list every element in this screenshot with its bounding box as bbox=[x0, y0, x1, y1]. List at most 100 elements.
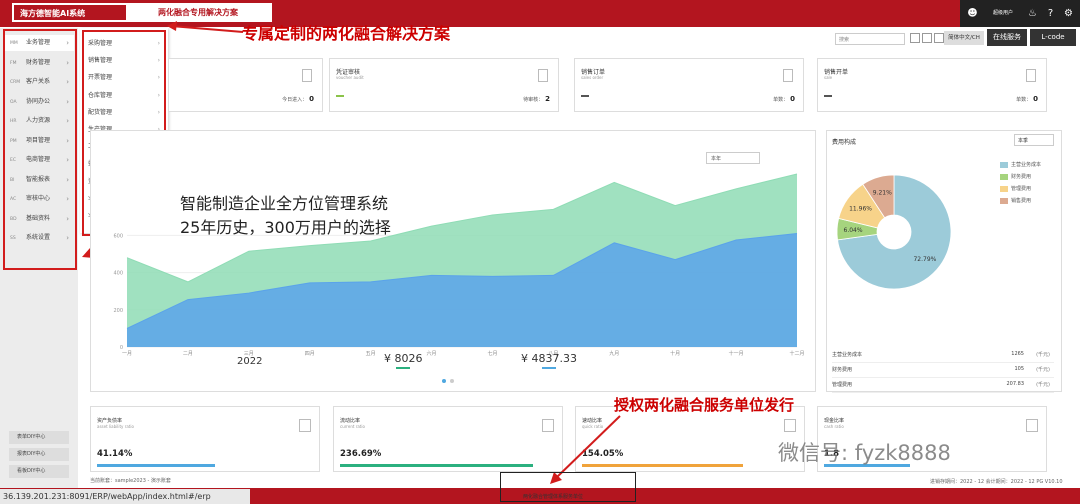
doc-icon bbox=[1026, 69, 1036, 82]
bell-icon[interactable]: ♨ bbox=[1026, 7, 1039, 20]
legend-swatch bbox=[1000, 185, 1008, 192]
watermark: 微信号: fyzk8888 bbox=[778, 441, 951, 465]
kpi-card[interactable]: 凭证审核 voucher audit 待审核： 2 bbox=[329, 58, 559, 112]
chart-panel: 0 200 400 600 一月 二月 三月 四月 五月 六月 七月 八月 九月 十月 十一月 十二月 bbox=[90, 130, 816, 392]
donut-slice-label: 11.96% bbox=[849, 205, 872, 212]
callout-mid-1: 智能制造企业全方位管理系统 bbox=[180, 194, 389, 213]
kpi-card-login[interactable]: 今日进入： 0 bbox=[168, 58, 323, 112]
expense-row: 管理费用 207.83 (千元) bbox=[832, 381, 1054, 393]
kpi-indicator bbox=[824, 95, 832, 97]
doc-icon bbox=[538, 69, 548, 82]
legend-label: 财务费用 bbox=[1011, 174, 1032, 180]
sidebar-highlight bbox=[3, 29, 77, 270]
ratio-title: 现金比率 bbox=[824, 418, 845, 424]
x-tick-label: 十月 bbox=[670, 350, 680, 357]
language-button[interactable]: 简体中文/CH bbox=[944, 31, 984, 45]
expense-value: 105 bbox=[1014, 366, 1024, 372]
callout-top: 专属定制的两化融合解决方案 bbox=[242, 24, 451, 43]
ratio-subtitle: asset liability ratio bbox=[97, 424, 134, 429]
expense-row: 主营业务成本 1265 (千元) bbox=[832, 351, 1054, 363]
kpi-login-value: 今日进入： 0 bbox=[282, 95, 314, 103]
kpi-indicator bbox=[581, 95, 589, 97]
url-text: 36.139.201.231:8091/ERP/webApp/index.htm… bbox=[0, 489, 250, 504]
x-tick-label: 四月 bbox=[305, 351, 315, 357]
ratio-subtitle: current ratio bbox=[340, 424, 365, 429]
legend-label: 主营业务成本 bbox=[1011, 162, 1042, 168]
x-tick-label: 二月 bbox=[183, 351, 193, 357]
legend-swatch bbox=[1000, 173, 1008, 180]
expense-row: 财务费用 105 (千元) bbox=[832, 366, 1054, 378]
carousel-dot-active[interactable] bbox=[442, 379, 446, 383]
layout-icon[interactable] bbox=[934, 33, 944, 43]
y-tick-label: 400 bbox=[113, 271, 123, 277]
amount-1-underline bbox=[396, 367, 410, 369]
online-service-button[interactable]: 在线服务 bbox=[987, 29, 1027, 46]
ratio-subtitle: cash ratio bbox=[824, 424, 844, 429]
ratio-value: 41.14% bbox=[97, 449, 133, 459]
x-tick-label: 一月 bbox=[122, 351, 132, 357]
callout-arrow-top bbox=[167, 21, 244, 33]
top-bar-tools: ☻ 超级用户 ♨ ? ⚙ bbox=[960, 0, 1080, 27]
kpi-card[interactable]: 销售开单 sale 单数： 0 bbox=[817, 58, 1047, 112]
expand-icon[interactable] bbox=[910, 33, 920, 43]
chart-doc-icon bbox=[299, 419, 311, 432]
kpi-subtitle: sale bbox=[824, 75, 833, 80]
legend-label: 管理费用 bbox=[1011, 186, 1032, 192]
kpi-subtitle: voucher audit bbox=[336, 75, 364, 80]
user-icon[interactable]: ☻ bbox=[966, 7, 979, 20]
donut-slice-label: 72.79% bbox=[913, 256, 936, 263]
ratio-card[interactable]: 流动比率 current ratio 236.69% bbox=[333, 406, 563, 472]
chart-year: 2022 bbox=[237, 356, 263, 367]
note-icon bbox=[302, 69, 312, 82]
legend-entry[interactable]: 销售费用 bbox=[1000, 197, 1031, 204]
gear-icon[interactable]: ⚙ bbox=[1062, 7, 1075, 20]
legend-entry[interactable]: 管理费用 bbox=[1000, 185, 1031, 192]
legend-swatch bbox=[1000, 161, 1008, 168]
chart-period-select[interactable]: 本年 bbox=[706, 152, 760, 164]
status-center-box: 两化融合管理体系服务单位 bbox=[500, 472, 636, 502]
kpi-indicator bbox=[336, 95, 344, 97]
ratio-title: 资产负债率 bbox=[97, 418, 123, 424]
help-icon[interactable]: ? bbox=[1044, 7, 1057, 20]
diy-center-button[interactable]: 报表DIY中心 bbox=[9, 448, 69, 461]
y-tick-label: 600 bbox=[113, 233, 123, 239]
ratio-card[interactable]: 资产负债率 asset liability ratio 41.14% bbox=[90, 406, 320, 472]
kpi-value: 待审核： 2 bbox=[523, 95, 550, 103]
legend-entry[interactable]: 主营业务成本 bbox=[1000, 161, 1041, 168]
account-set-info: 当前账套：sample2023 - 演示账套 bbox=[90, 478, 171, 484]
chart-doc-icon bbox=[1026, 419, 1038, 432]
legend-entry[interactable]: 财务费用 bbox=[1000, 173, 1031, 180]
legend-label: 销售费用 bbox=[1011, 198, 1032, 204]
x-tick-label: 十二月 bbox=[789, 350, 804, 357]
brand-name: 海方德智能AI系统 bbox=[20, 9, 86, 18]
status-center-text: 两化融合管理体系服务单位 bbox=[523, 494, 584, 500]
chart-amount-2: ¥ 4837.33 bbox=[521, 352, 577, 365]
kpi-subtitle: sales order bbox=[581, 75, 604, 80]
chart-amount-1: ¥ 8026 bbox=[384, 352, 423, 365]
diy-center-button[interactable]: 表单DIY中心 bbox=[9, 431, 69, 444]
x-tick-label: 五月 bbox=[366, 351, 376, 357]
expense-unit: (千元) bbox=[1036, 352, 1050, 358]
area-chart: 0200400600一月 二月 三月 四月 五月 六月 七月 八月 九月 十月 十一月 十二月 bbox=[113, 173, 805, 357]
pie-period-select[interactable]: 本季 bbox=[1014, 134, 1054, 146]
x-tick-label: 九月 bbox=[609, 350, 619, 357]
search-select[interactable]: 搜索 bbox=[835, 33, 905, 45]
ratio-value: 236.69% bbox=[340, 449, 382, 459]
ratio-bar bbox=[97, 464, 215, 467]
x-tick-label: 十一月 bbox=[729, 350, 744, 357]
diy-center-button[interactable]: 看板DIY中心 bbox=[9, 465, 69, 478]
expense-value: 207.83 bbox=[1006, 381, 1025, 387]
expense-value: 1265 bbox=[1011, 351, 1024, 357]
user-name[interactable]: 超级用户 bbox=[993, 9, 1013, 16]
x-tick-label: 七月 bbox=[487, 350, 497, 357]
carousel-dot[interactable] bbox=[450, 379, 454, 383]
expense-label: 主营业务成本 bbox=[832, 352, 863, 358]
ratio-bar bbox=[340, 464, 533, 467]
lcode-button[interactable]: L-code bbox=[1030, 29, 1076, 46]
ratio-title: 流动比率 bbox=[340, 418, 361, 424]
expense-unit: (千元) bbox=[1036, 367, 1050, 373]
kpi-card[interactable]: 销售订单 sales order 单数： 0 bbox=[574, 58, 804, 112]
donut-slice-label: 9.21% bbox=[873, 190, 892, 197]
callout-mid-2: 25年历史，300万用户的选择 bbox=[180, 218, 391, 237]
refresh-icon[interactable] bbox=[922, 33, 932, 43]
